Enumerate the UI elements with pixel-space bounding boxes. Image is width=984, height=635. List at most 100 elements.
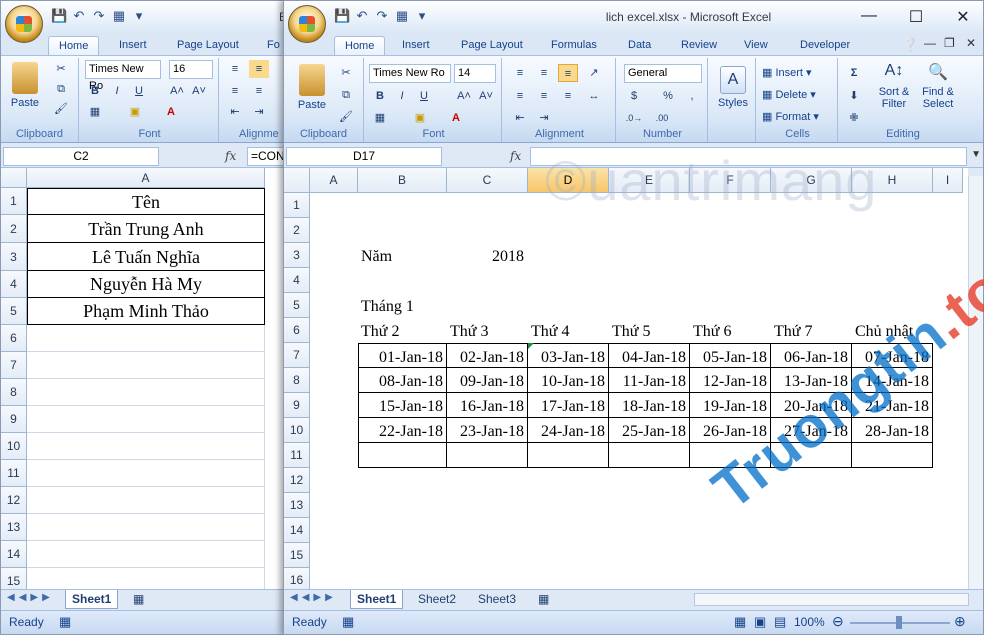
border-icon[interactable]: ▦ — [370, 109, 390, 127]
row-header[interactable]: 12 — [284, 468, 310, 493]
column-header[interactable]: A — [27, 168, 265, 188]
insert-cells-button[interactable]: ▦ Insert ▾ — [762, 66, 812, 79]
bold-button[interactable]: B — [85, 82, 105, 100]
font-color-icon[interactable]: A — [446, 109, 466, 127]
date-cell[interactable]: 19-Jan-18 — [690, 393, 771, 418]
row-header[interactable]: 14 — [1, 541, 27, 568]
year-label-cell[interactable]: Năm — [358, 243, 447, 268]
row-header[interactable]: 11 — [284, 443, 310, 468]
row-header[interactable]: 4 — [1, 271, 27, 298]
autosum-icon[interactable]: Σ — [844, 64, 864, 82]
row-header[interactable]: 6 — [1, 325, 27, 352]
row-header[interactable]: 6 — [284, 318, 310, 343]
fx-icon[interactable]: fx — [510, 149, 521, 163]
name-cell[interactable]: Nguyễn Hà My — [27, 271, 265, 298]
empty-cell[interactable] — [27, 568, 265, 589]
row-header[interactable]: 9 — [284, 393, 310, 418]
align-left-icon[interactable]: ≡ — [510, 87, 530, 105]
row-header[interactable]: 2 — [284, 218, 310, 243]
ribbon-minimize-icon[interactable]: — — [924, 36, 936, 50]
row-header[interactable]: 2 — [1, 215, 27, 243]
date-cell[interactable]: 17-Jan-18 — [528, 393, 609, 418]
row-header[interactable]: 4 — [284, 268, 310, 293]
grow-font-icon[interactable]: A˄ — [454, 87, 474, 105]
underline-button[interactable]: U — [414, 87, 434, 105]
date-cell[interactable]: 24-Jan-18 — [528, 418, 609, 443]
delete-cells-button[interactable]: ▦ Delete ▾ — [762, 88, 816, 101]
weekday-header-cell[interactable]: Thứ 7 — [771, 318, 852, 343]
calendar-empty-cell[interactable] — [609, 443, 690, 468]
find-select-button[interactable]: 🔍 Find & Select — [916, 62, 960, 110]
empty-cell[interactable] — [27, 352, 265, 379]
minimize-icon[interactable]: — — [854, 7, 884, 25]
date-cell[interactable]: 22-Jan-18 — [358, 418, 447, 443]
row-header[interactable]: 9 — [1, 406, 27, 433]
row-header[interactable]: 7 — [284, 343, 310, 368]
workbook-close-icon[interactable]: ✕ — [966, 36, 976, 50]
column-header[interactable]: I — [933, 168, 963, 193]
row-header[interactable]: 13 — [1, 514, 27, 541]
tab-formulas[interactable]: Formulas — [541, 36, 607, 55]
calendar-empty-cell[interactable] — [358, 443, 447, 468]
column-header[interactable]: C — [447, 168, 528, 193]
weekday-header-cell[interactable]: Thứ 3 — [447, 318, 528, 343]
name-cell[interactable]: Trần Trung Anh — [27, 215, 265, 243]
cut-icon[interactable]: ✂ — [336, 64, 356, 82]
weekday-header-cell[interactable]: Thứ 2 — [358, 318, 447, 343]
name-box[interactable]: C2 — [3, 147, 159, 166]
tab-insert[interactable]: Insert — [392, 36, 440, 55]
insert-sheet-icon[interactable]: ▦ — [127, 590, 150, 609]
paste-button[interactable]: Paste — [7, 62, 43, 109]
sort-filter-button[interactable]: A↕ Sort & Filter — [872, 62, 916, 110]
italic-button[interactable]: I — [392, 87, 412, 105]
tab-page-layout[interactable]: Page Layout — [451, 36, 533, 55]
ribbon-restore-icon[interactable]: ❐ — [944, 36, 955, 50]
empty-cell[interactable] — [27, 514, 265, 541]
month-label-cell[interactable]: Tháng 1 — [358, 293, 447, 318]
save-icon[interactable]: 💾 — [51, 8, 67, 24]
help-icon[interactable]: ❔ — [902, 37, 918, 53]
increase-decimal-icon[interactable]: .0→ — [624, 109, 644, 127]
calendar-empty-cell[interactable] — [528, 443, 609, 468]
weekday-header-cell[interactable]: Thứ 4 — [528, 318, 609, 343]
merge-center-icon[interactable]: ↔ — [584, 87, 604, 105]
column-header[interactable]: A — [310, 168, 358, 193]
zoom-out-icon[interactable]: ⊖ — [832, 613, 844, 630]
row-header[interactable]: 3 — [1, 243, 27, 271]
sheet-tab-sheet3[interactable]: Sheet3 — [472, 590, 522, 609]
grow-font-icon[interactable]: A˄ — [167, 82, 187, 100]
horizontal-scrollbar[interactable] — [694, 593, 969, 606]
copy-icon[interactable]: ⧉ — [51, 80, 71, 98]
font-name-box[interactable]: Times New Ro — [85, 60, 161, 92]
empty-cell[interactable] — [27, 379, 265, 406]
sheet-nav-icon[interactable]: ◀◀▶▶ — [290, 592, 337, 603]
cut-icon[interactable]: ✂ — [51, 60, 71, 78]
tab-insert[interactable]: Insert — [109, 36, 157, 55]
shrink-font-icon[interactable]: A˅ — [476, 87, 496, 105]
weekday-header-cell[interactable]: Thứ 5 — [609, 318, 690, 343]
normal-view-icon[interactable]: ▦ — [734, 614, 746, 630]
date-cell[interactable]: 03-Jan-18 — [528, 343, 609, 368]
row-header[interactable]: 10 — [284, 418, 310, 443]
format-cells-button[interactable]: ▦ Format ▾ — [762, 110, 819, 123]
select-all-corner[interactable] — [1, 168, 27, 188]
percent-icon[interactable]: % — [658, 87, 678, 105]
tab-page-layout[interactable]: Page Layout — [167, 36, 249, 55]
align-top-icon[interactable]: ≡ — [225, 60, 245, 78]
tab-view[interactable]: View — [734, 36, 778, 55]
comma-icon[interactable]: , — [682, 87, 702, 105]
redo-icon[interactable]: ↷ — [91, 8, 107, 24]
align-right-icon[interactable]: ≡ — [558, 87, 578, 105]
align-center-icon[interactable]: ≡ — [249, 82, 269, 100]
name-box[interactable]: D17 — [286, 147, 442, 166]
format-painter-icon[interactable]: 🖌 — [51, 100, 71, 118]
name-cell[interactable]: Tên — [27, 188, 265, 215]
font-color-icon[interactable]: A — [161, 103, 181, 121]
bold-button[interactable]: B — [370, 87, 390, 105]
empty-cell[interactable] — [27, 433, 265, 460]
paste-button[interactable]: Paste — [292, 64, 332, 111]
font-size-box[interactable]: 16 — [169, 60, 213, 79]
format-painter-icon[interactable]: 🖌 — [336, 108, 356, 126]
row-header[interactable]: 15 — [1, 568, 27, 589]
row-header[interactable]: 8 — [284, 368, 310, 393]
